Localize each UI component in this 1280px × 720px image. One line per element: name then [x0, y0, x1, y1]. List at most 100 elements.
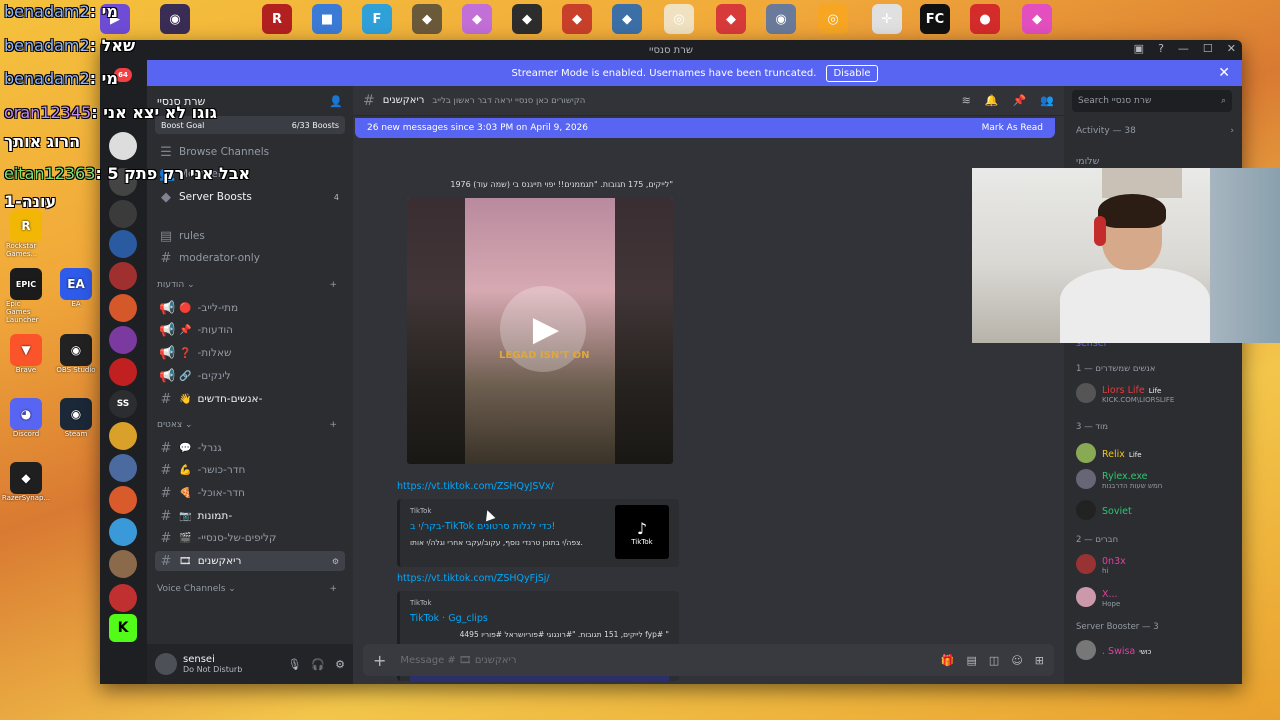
server-icon[interactable]: [109, 230, 137, 258]
fall-guys-icon[interactable]: F: [362, 4, 392, 34]
game-icon-5[interactable]: ◆: [1022, 4, 1052, 34]
activity-member[interactable]: שלומי: [1076, 156, 1236, 167]
obs-studio-icon[interactable]: ◉ OBS Studio: [56, 334, 96, 374]
member-item[interactable]: X... Hope: [1076, 586, 1236, 608]
channel-moderator-only[interactable]: # moderator-only: [155, 248, 345, 268]
tiktok-thumbnail[interactable]: ♪ TikTok: [615, 505, 669, 559]
member-item[interactable]: Liors Life Life KICK.COM\LIORSLIFE: [1076, 382, 1236, 404]
roblox-icon[interactable]: ■: [312, 4, 342, 34]
channel-category[interactable]: צאטים ⌄ +: [157, 420, 337, 430]
channel-category[interactable]: הודעות ⌄ +: [157, 280, 337, 290]
bell-icon[interactable]: 🔔: [985, 94, 999, 107]
server-icon[interactable]: [109, 584, 137, 612]
emoji-icon[interactable]: ☺: [1011, 654, 1022, 667]
channel-rules[interactable]: ▤ rules: [155, 226, 345, 246]
rust-icon[interactable]: ◆: [562, 4, 592, 34]
channel-sensei-clips[interactable]: # 🎬 -קליפים-של-סנסיי: [155, 528, 345, 548]
maximize-icon[interactable]: ☐: [1203, 42, 1213, 55]
channel-pictures[interactable]: # 📷 תמונות-: [155, 506, 345, 526]
server-icon[interactable]: [109, 358, 137, 386]
channel-reactions[interactable]: # 🎞 ריאקשנים ⚙: [155, 551, 345, 571]
gift-icon[interactable]: 🎁: [941, 654, 955, 667]
new-messages-bar[interactable]: 26 new messages since 3:03 PM on April 9…: [355, 118, 1055, 138]
disable-streamer-button[interactable]: Disable: [826, 64, 878, 82]
avatar[interactable]: [155, 653, 177, 675]
pin-icon[interactable]: 📌: [1013, 94, 1027, 107]
threads-icon[interactable]: ≋: [962, 94, 971, 107]
server-icon[interactable]: [109, 518, 137, 546]
headphones-icon[interactable]: 🎧: [311, 658, 325, 671]
ea-icon[interactable]: EA EA: [56, 268, 96, 308]
close-banner-icon[interactable]: ✕: [1218, 65, 1230, 81]
channel-links[interactable]: 📢 🔗 -לינקים: [155, 366, 345, 386]
globe-icon[interactable]: ◉: [766, 4, 796, 34]
channel-category[interactable]: Voice Channels ⌄ +: [157, 584, 337, 594]
server-icon[interactable]: [109, 262, 137, 290]
game-icon-4[interactable]: ◆: [716, 4, 746, 34]
crosshair-icon[interactable]: ✛: [872, 4, 902, 34]
video-embed[interactable]: ▶ LEGAD ISN'T ON: [407, 198, 673, 464]
message-input[interactable]: + Message # 🎞 ריאקשנים 🎁 ▤ ◫ ☺ ⊞: [363, 644, 1054, 676]
channel-new-people[interactable]: # 👋 אנשים-חדשים-: [155, 389, 345, 409]
chevron-right-icon[interactable]: ›: [1230, 126, 1234, 136]
red-dead-icon[interactable]: R: [262, 4, 292, 34]
game-icon-3[interactable]: ◆: [512, 4, 542, 34]
server-icon[interactable]: [109, 486, 137, 514]
mic-icon[interactable]: 🎙: [287, 658, 301, 671]
server-icon[interactable]: [109, 422, 137, 450]
rockstar-games-launcher-icon[interactable]: R Rockstar Games...: [6, 210, 46, 258]
brave-icon[interactable]: ▼ Brave: [6, 334, 46, 374]
channel-browse-channels[interactable]: ☰ Browse Channels: [155, 142, 345, 162]
channel-topic[interactable]: הקישורים כאן סנסיי יראה דבר ראשון בלייב: [432, 96, 585, 106]
tiktok-link-1[interactable]: https://vt.tiktok.com/ZSHQyJSVx/: [397, 481, 554, 492]
member-item[interactable]: . Swisa כושי: [1076, 640, 1236, 660]
channel-general[interactable]: # 💬 -גנרל: [155, 438, 345, 458]
mark-as-read-button[interactable]: Mark As Read: [982, 123, 1043, 133]
channel-server-boosts[interactable]: ◆ Server Boosts 4: [155, 187, 345, 207]
gif-icon[interactable]: ▤: [967, 654, 977, 667]
server-icon[interactable]: [109, 454, 137, 482]
help-icon[interactable]: ?: [1158, 42, 1164, 55]
channel-live[interactable]: 📢 🔴 -מתי-לייב: [155, 298, 345, 318]
member-item[interactable]: Rylex.exe חמש שעות הדרבנות: [1076, 468, 1236, 490]
inbox-icon[interactable]: ▣: [1134, 42, 1144, 55]
server-icon[interactable]: [109, 294, 137, 322]
channel-announcements[interactable]: 📢 📌 -הודעות: [155, 320, 345, 340]
close-window-icon[interactable]: ✕: [1227, 42, 1236, 55]
channel-settings-icon[interactable]: ⚙: [332, 557, 339, 566]
member-item[interactable]: Relix Life: [1076, 443, 1236, 463]
settings-icon[interactable]: ⚙: [335, 658, 345, 671]
among-us-icon[interactable]: ●: [970, 4, 1000, 34]
steam-icon[interactable]: ◉ Steam: [56, 398, 96, 438]
channel-fitness-room[interactable]: # 💪 -חדר-כושר: [155, 460, 345, 480]
server-icon[interactable]: K: [109, 614, 137, 642]
server-icon[interactable]: [109, 326, 137, 354]
server-icon[interactable]: SS: [109, 390, 137, 418]
server-icon[interactable]: [109, 550, 137, 578]
add-attachment-icon[interactable]: +: [373, 651, 386, 670]
add-member-icon[interactable]: 👤: [329, 95, 343, 108]
add-channel-icon[interactable]: +: [329, 280, 337, 290]
add-channel-icon[interactable]: +: [329, 584, 337, 594]
discord-icon[interactable]: ◕ Discord: [6, 398, 46, 438]
members-toggle-icon[interactable]: 👥: [1040, 94, 1054, 107]
channel-food-room[interactable]: # 🍕 -חדר-אוכל: [155, 483, 345, 503]
apps-icon[interactable]: ⊞: [1035, 654, 1044, 667]
razer-synapse-icon[interactable]: ◆ RazerSynap...: [2, 462, 50, 502]
fc26-icon[interactable]: FC: [920, 4, 950, 34]
minimize-icon[interactable]: —: [1178, 42, 1189, 55]
app-icon-1[interactable]: ◉: [160, 4, 190, 34]
embed-title[interactable]: TikTok · Gg_clips: [410, 613, 669, 624]
sticker-icon[interactable]: ◫: [989, 654, 999, 667]
game-icon-1[interactable]: ◆: [412, 4, 442, 34]
channel-questions[interactable]: 📢 ❓ -שאלות: [155, 343, 345, 363]
add-channel-icon[interactable]: +: [329, 420, 337, 430]
target-icon[interactable]: ◎: [664, 4, 694, 34]
activity-header[interactable]: Activity — 38 ›: [1076, 126, 1234, 136]
overwatch-icon[interactable]: ◎: [818, 4, 848, 34]
server-icon[interactable]: [109, 132, 137, 160]
member-item[interactable]: Soviet: [1076, 500, 1236, 520]
search-input[interactable]: Search שרת סנסיי ⌕: [1072, 90, 1232, 112]
tiktok-link-2[interactable]: https://vt.tiktok.com/ZSHQyFjSj/: [397, 573, 550, 584]
server-icon[interactable]: [109, 200, 137, 228]
